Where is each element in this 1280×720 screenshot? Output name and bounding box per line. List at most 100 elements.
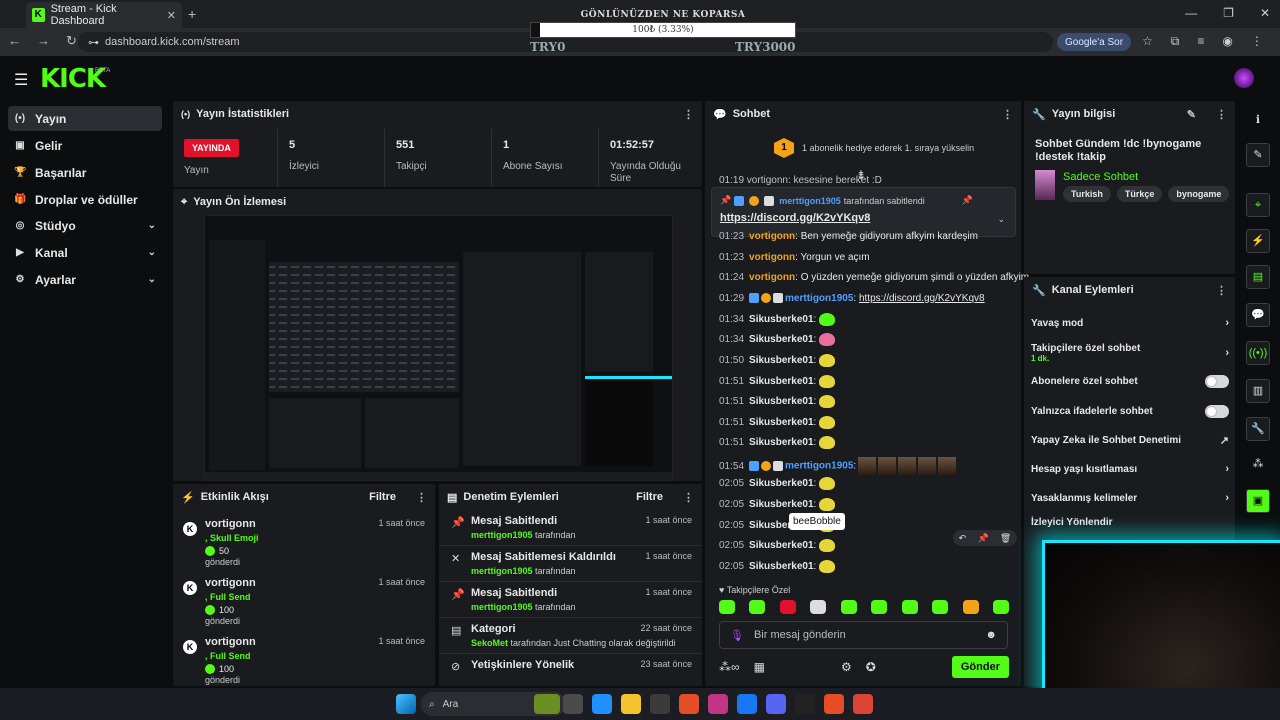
sidebar-item[interactable]: 🎁 Droplar ve ödüller: [8, 187, 162, 212]
chevron-down-icon[interactable]: ⌄: [148, 274, 156, 285]
sub-goal-banner[interactable]: 1 1 abonelik hediye ederek 1. sıraya yük…: [716, 134, 1008, 162]
sidebar-item[interactable]: ◎ Stüdyo ⌄: [8, 213, 162, 238]
channel-action-row[interactable]: Yavaş mod ›: [1031, 317, 1229, 329]
chevron-right-icon[interactable]: ›: [1225, 492, 1229, 504]
document-toggle-icon[interactable]: ▤: [1246, 265, 1270, 289]
chat-username[interactable]: Sikusberke01: [749, 396, 814, 407]
taskbar-app-icon[interactable]: [795, 694, 815, 714]
moderation-user[interactable]: merttigon1905: [471, 566, 533, 576]
minimize-icon[interactable]: —: [1185, 6, 1197, 20]
close-window-icon[interactable]: ✕: [1260, 6, 1270, 20]
unpin-icon[interactable]: 📌: [962, 195, 973, 206]
lightning-toggle-icon[interactable]: ⚡: [1246, 229, 1270, 253]
sidebar-item[interactable]: 🏆 Başarılar: [8, 160, 162, 185]
pin-message-icon[interactable]: 📌: [977, 533, 988, 544]
emote-icon[interactable]: [901, 600, 918, 614]
browser-tab[interactable]: K Stream - Kick Dashboard ✕: [26, 2, 182, 28]
emoji-picker-icon[interactable]: ☻: [985, 629, 997, 641]
back-icon[interactable]: ←: [8, 33, 21, 49]
delete-icon[interactable]: 🗑: [1000, 533, 1011, 544]
chat-username[interactable]: vortigonn: [749, 252, 795, 263]
moderation-menu-icon[interactable]: ⋮: [683, 491, 694, 504]
reload-icon[interactable]: ↻: [66, 33, 77, 49]
expand-pinned-icon[interactable]: ⌄: [997, 214, 1005, 225]
google-ask-button[interactable]: Google'a Sor: [1057, 33, 1132, 51]
chat-menu-icon[interactable]: ⋮: [1002, 108, 1013, 121]
extensions-icon[interactable]: ⁂: [1246, 453, 1270, 477]
emote-icon[interactable]: [840, 600, 857, 614]
taskbar-app-icon[interactable]: [679, 694, 699, 714]
event-user[interactable]: vortigonn: [205, 518, 256, 530]
stream-tag[interactable]: bynogame: [1168, 186, 1229, 202]
app-icon[interactable]: ▣: [1246, 489, 1270, 513]
sidebar-item[interactable]: ⚙ Ayarlar ⌄: [8, 267, 162, 292]
media-icon[interactable]: ≡: [1197, 34, 1204, 49]
moderation-user[interactable]: SekoMet: [471, 638, 508, 648]
chevron-right-icon[interactable]: ›: [1225, 463, 1229, 475]
chat-link[interactable]: https://discord.gg/K2vYKqv8: [859, 293, 985, 304]
pinned-by-user[interactable]: merttigon1905: [779, 196, 841, 206]
stream-preview-video[interactable]: [204, 215, 673, 481]
toggle-switch[interactable]: [1205, 375, 1229, 388]
stats-toggle-icon[interactable]: ▥: [1246, 379, 1270, 403]
chat-settings-icon[interactable]: ⚙: [841, 660, 852, 674]
taskbar-app-icon[interactable]: [737, 694, 757, 714]
emote-icon[interactable]: [871, 600, 888, 614]
emote-icon[interactable]: [779, 600, 796, 614]
channel-action-row[interactable]: Hesap yaşı kısıtlaması ›: [1031, 463, 1229, 475]
taskbar-app-icon[interactable]: [621, 694, 641, 714]
browser-menu-icon[interactable]: ⋮: [1251, 34, 1263, 49]
send-button[interactable]: Gönder: [951, 656, 1009, 678]
stream-tag[interactable]: Türkçe: [1116, 186, 1163, 202]
forward-icon[interactable]: →: [37, 33, 50, 49]
extensions-icon[interactable]: ⧉: [1171, 34, 1180, 49]
chat-username[interactable]: merttigon1905: [785, 293, 853, 304]
activity-filter-button[interactable]: Filtre: [369, 491, 396, 503]
channel-action-row[interactable]: Yalnızca ifadelerle sohbet: [1031, 405, 1229, 418]
moderation-filter-button[interactable]: Filtre: [636, 491, 663, 503]
chat-username[interactable]: merttigon1905: [785, 461, 853, 472]
info-menu-icon[interactable]: ⋮: [1216, 108, 1227, 121]
chat-username[interactable]: Sikusberke01: [749, 540, 814, 551]
chat-username[interactable]: Sikusberke01: [749, 314, 814, 325]
chat-username[interactable]: vortigonn: [749, 272, 795, 283]
taskbar-app-icon[interactable]: [824, 694, 844, 714]
pinned-link[interactable]: https://discord.gg/K2vYKqv8: [720, 212, 870, 224]
sidebar-item[interactable]: ▣ Gelir: [8, 133, 162, 158]
scroll-to-pinned-icon[interactable]: ⇟: [856, 168, 866, 182]
taskbar-app-icon[interactable]: [534, 694, 560, 714]
emote-icon[interactable]: [810, 600, 827, 614]
broadcast-toggle-icon[interactable]: ((•)): [1246, 341, 1270, 365]
channel-action-row[interactable]: Abonelere özel sohbet: [1031, 375, 1229, 388]
chat-username[interactable]: Sikusberke01: [749, 355, 814, 366]
channel-action-row[interactable]: Yasaklanmış kelimeler ›: [1031, 492, 1229, 504]
sidebar-item[interactable]: (•) Yayın: [8, 106, 162, 131]
reply-icon[interactable]: ↶: [959, 533, 967, 544]
chat-input[interactable]: 🎙 Bir mesaj gönderin ☻: [719, 621, 1008, 649]
taskbar-app-icon[interactable]: [592, 694, 612, 714]
chat-username[interactable]: Sikusberke01: [749, 437, 814, 448]
bookmark-star-icon[interactable]: ☆: [1142, 34, 1153, 49]
maximize-icon[interactable]: ❐: [1223, 6, 1234, 20]
site-info-icon[interactable]: ⊶: [88, 36, 99, 49]
preview-toggle-icon[interactable]: ⌖: [1246, 193, 1270, 217]
event-user[interactable]: vortigonn: [205, 636, 256, 648]
emote-icon[interactable]: [992, 600, 1009, 614]
user-avatar[interactable]: [1234, 68, 1254, 88]
chevron-right-icon[interactable]: ›: [1225, 347, 1229, 359]
stream-category[interactable]: Sadece Sohbet: [1063, 171, 1138, 183]
chevron-down-icon[interactable]: ⌄: [148, 247, 156, 258]
taskbar-app-icon[interactable]: [708, 694, 728, 714]
event-user[interactable]: vortigonn: [205, 577, 256, 589]
microphone-icon[interactable]: 🎙: [730, 629, 744, 642]
emote-icon[interactable]: [932, 600, 949, 614]
chat-toggle-icon[interactable]: 💬: [1246, 303, 1270, 327]
edit-pencil-icon[interactable]: ✎: [1187, 108, 1196, 121]
chat-username[interactable]: Sikusberke01: [749, 376, 814, 387]
chat-username[interactable]: Sikusberke01: [749, 417, 814, 428]
sidebar-item[interactable]: ▶ Kanal ⌄: [8, 240, 162, 265]
channel-action-row[interactable]: İzleyici Yönlendir: [1031, 517, 1229, 528]
new-tab-button[interactable]: +: [188, 6, 196, 22]
moderation-user[interactable]: merttigon1905: [471, 530, 533, 540]
chevron-right-icon[interactable]: ›: [1225, 317, 1229, 329]
